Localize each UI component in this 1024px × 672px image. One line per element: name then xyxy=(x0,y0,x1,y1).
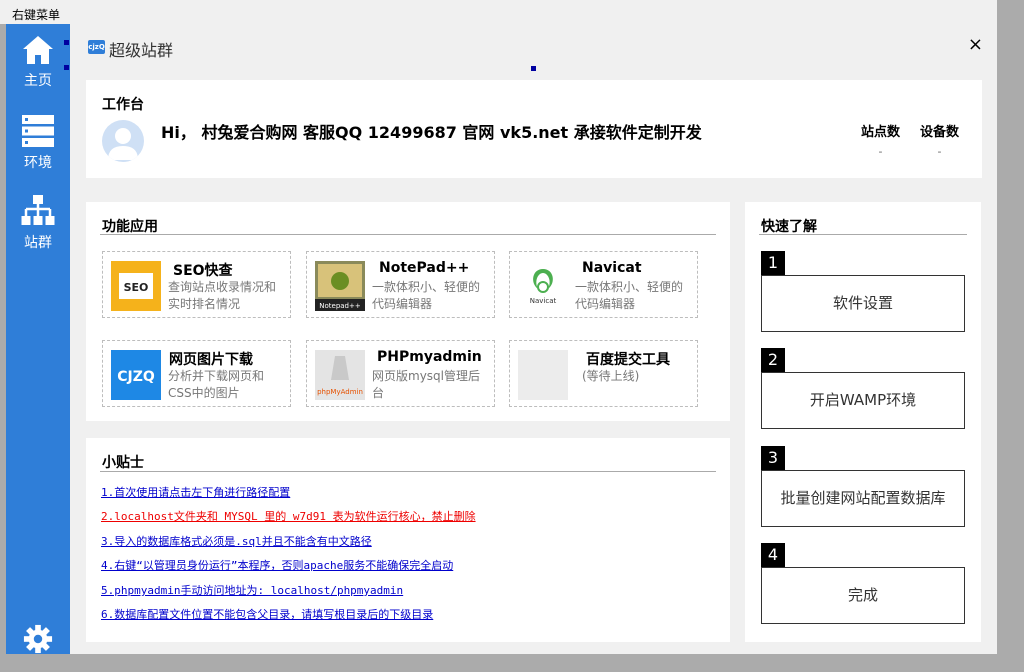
divider xyxy=(100,471,716,472)
server-icon xyxy=(22,115,54,147)
step-settings-button[interactable]: 软件设置 xyxy=(761,275,965,332)
notepad-icon: Notepad++ xyxy=(315,261,365,311)
app-desc: 一款体积小、轻便的代码编辑器 xyxy=(372,280,481,311)
app-tile-phpmyadmin[interactable]: phpMyAdmin PHPmyadmin 网页版mysql管理后台 xyxy=(306,340,495,407)
step-number: 4 xyxy=(761,543,785,567)
quickstart-title: 快速了解 xyxy=(761,219,817,235)
tip-link[interactable]: 5.phpmyadmin手动访问地址为: localhost/phpmyadmi… xyxy=(101,582,403,598)
outer-window-title: 右键菜单 xyxy=(0,0,997,24)
app-desc: (等待上线) xyxy=(582,369,640,383)
tip-link[interactable]: 2.localhost文件夹和 MYSQL 里的 w7d91 表为软件运行核心，… xyxy=(101,508,476,524)
app-name: 百度提交工具 xyxy=(586,352,670,368)
selection-handle[interactable] xyxy=(531,66,536,71)
svg-text:Notepad++: Notepad++ xyxy=(319,302,361,310)
svg-text:SEO: SEO xyxy=(124,281,149,294)
greeting-text: Hi， 村兔爱合购网 客服QQ 12499687 官网 vk5.net 承接软件… xyxy=(161,123,702,142)
app-tile-notepad[interactable]: Notepad++ NotePad++ 一款体积小、轻便的代码编辑器 xyxy=(306,251,495,318)
avatar xyxy=(102,120,144,162)
app-desc: 分析并下载网页和CSS中的图片 xyxy=(168,369,265,400)
user-icon xyxy=(108,128,138,160)
sidebar-item-site-group[interactable]: 站群 xyxy=(6,194,70,252)
app-desc: 查询站点收录情况和实时排名情况 xyxy=(168,280,277,311)
home-icon xyxy=(23,36,53,64)
svg-text:phpMyAdmin: phpMyAdmin xyxy=(317,388,363,396)
tip-link[interactable]: 3.导入的数据库格式必须是.sql并且不能含有中文路径 xyxy=(101,533,372,549)
tip-link[interactable]: 4.右键“以管理员身份运行”本程序，否则apache服务不能确保完全启动 xyxy=(101,557,453,573)
apps-card: 功能应用 SEO SEO快查 查询站点收录情况和实时排名情况 Notepad++… xyxy=(86,202,730,421)
navicat-icon: Navicat xyxy=(518,261,568,311)
divider xyxy=(759,234,967,235)
sidebar-item-label: 环境 xyxy=(24,155,52,171)
sidebar-item-label: 站群 xyxy=(24,235,52,251)
phpmyadmin-icon: phpMyAdmin xyxy=(315,350,365,400)
app-tile-baidu-submit[interactable]: 百度提交工具 (等待上线) xyxy=(509,340,698,407)
stat-value: - xyxy=(937,145,942,158)
window-title: 超级站群 xyxy=(109,41,174,60)
gear-icon xyxy=(23,624,53,654)
quickstart-card: 快速了解 1 软件设置 2 开启WAMP环境 3 批量创建网站配置数据库 4 完… xyxy=(745,202,981,642)
workbench-card: 工作台 Hi， 村兔爱合购网 客服QQ 12499687 官网 vk5.net … xyxy=(86,80,982,178)
selection-handle[interactable] xyxy=(64,40,69,45)
stat-label: 站点数 xyxy=(861,125,901,140)
cjzq-icon: CJZQ xyxy=(111,350,161,400)
app-desc: 一款体积小、轻便的代码编辑器 xyxy=(575,280,684,311)
step-finish-button[interactable]: 完成 xyxy=(761,567,965,624)
tips-title: 小贴士 xyxy=(102,455,144,471)
app-name: SEO快查 xyxy=(173,263,233,279)
main-window: cjzQ 超级站群 × 工作台 Hi， 村兔爱合购网 客服QQ 12499687… xyxy=(64,24,997,654)
divider xyxy=(100,234,716,235)
stat-value: - xyxy=(878,145,883,158)
selection-handle[interactable] xyxy=(64,65,69,70)
blank-icon xyxy=(518,350,568,400)
app-desc: 网页版mysql管理后台 xyxy=(372,369,480,400)
app-name: PHPmyadmin xyxy=(377,349,482,365)
app-tile-navicat[interactable]: Navicat Navicat 一款体积小、轻便的代码编辑器 xyxy=(509,251,698,318)
sidebar-item-label: 主页 xyxy=(24,73,52,89)
tips-card: 小贴士 1.首次使用请点击左下角进行路径配置 2.localhost文件夹和 M… xyxy=(86,438,730,642)
sidebar-item-home[interactable]: 主页 xyxy=(6,34,70,90)
tip-link[interactable]: 1.首次使用请点击左下角进行路径配置 xyxy=(101,484,290,500)
device-count-stat: 设备数 - xyxy=(920,121,959,158)
app-name: Navicat xyxy=(582,260,642,276)
sitemap-icon xyxy=(21,195,55,225)
site-count-stat: 站点数 - xyxy=(861,121,900,158)
step-wamp-button[interactable]: 开启WAMP环境 xyxy=(761,372,965,429)
step-number: 2 xyxy=(761,348,785,372)
apps-title: 功能应用 xyxy=(102,219,158,235)
app-name: NotePad++ xyxy=(379,260,470,276)
app-name: 网页图片下载 xyxy=(169,352,253,368)
seo-icon: SEO xyxy=(111,261,161,311)
svg-text:CJZQ: CJZQ xyxy=(117,369,155,385)
step-number: 3 xyxy=(761,446,785,470)
stat-label: 设备数 xyxy=(920,125,960,140)
sidebar: 主页 环境 站群 xyxy=(6,24,70,654)
tip-link[interactable]: 6.数据库配置文件位置不能包含父目录，请填写根目录后的下级目录 xyxy=(101,606,433,622)
app-logo: cjzQ xyxy=(88,40,105,54)
close-button[interactable]: × xyxy=(968,34,983,55)
workbench-title: 工作台 xyxy=(102,97,144,113)
settings-button[interactable] xyxy=(22,624,54,654)
app-tile-image-download[interactable]: CJZQ 网页图片下载 分析并下载网页和CSS中的图片 xyxy=(102,340,291,407)
step-batch-create-button[interactable]: 批量创建网站配置数据库 xyxy=(761,470,965,527)
step-number: 1 xyxy=(761,251,785,275)
sidebar-item-environment[interactable]: 环境 xyxy=(6,114,70,172)
app-tile-seo[interactable]: SEO SEO快查 查询站点收录情况和实时排名情况 xyxy=(102,251,291,318)
svg-text:Navicat: Navicat xyxy=(530,297,557,305)
